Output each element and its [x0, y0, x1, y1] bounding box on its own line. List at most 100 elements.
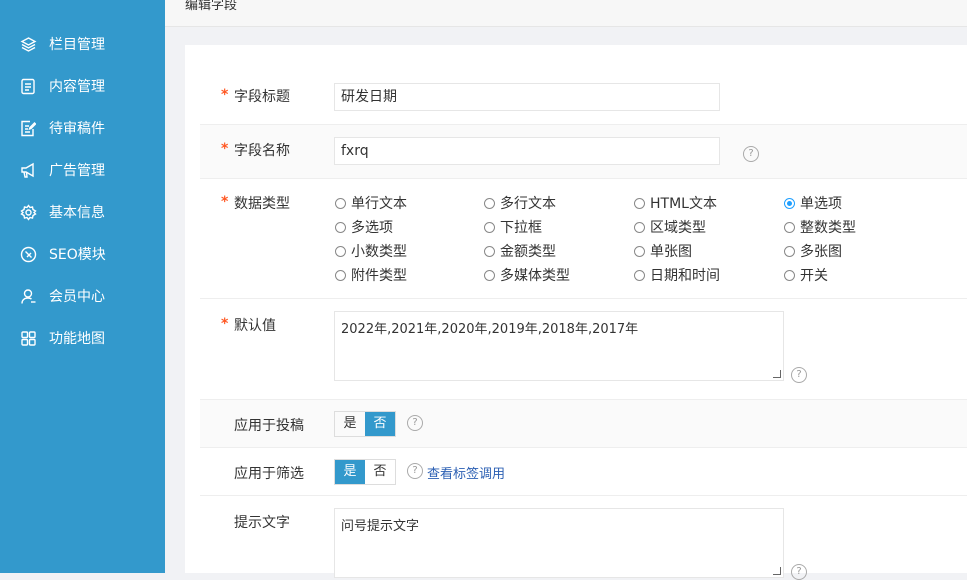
radio-circle [634, 269, 645, 281]
help-icon[interactable]: ? [407, 415, 423, 431]
radio-circle [335, 221, 346, 233]
radio-label: 下拉框 [500, 220, 542, 236]
radio-circle [484, 197, 495, 209]
sidebar-item-content-management[interactable]: 内容管理 [0, 65, 165, 107]
sidebar-item-seo[interactable]: SEO模块 [0, 233, 165, 275]
grid-icon [19, 329, 37, 347]
radio-integer-type[interactable]: 整数类型 [784, 217, 856, 237]
radio-html-text[interactable]: HTML文本 [634, 193, 717, 213]
page-header: 编辑字段 [165, 0, 967, 27]
radio-label: 单选项 [800, 196, 842, 212]
radio-multi-choice[interactable]: 多选项 [335, 217, 393, 237]
layers-icon [19, 35, 37, 53]
radio-label: 日期和时间 [650, 268, 720, 284]
help-icon[interactable]: ? [407, 463, 423, 479]
radio-multi-image[interactable]: 多张图 [784, 241, 842, 261]
radio-circle [784, 197, 795, 209]
radio-label: 多选项 [351, 220, 393, 236]
radio-label: 多张图 [800, 244, 842, 260]
sidebar-item-label: 广告管理 [49, 163, 105, 179]
radio-circle [784, 269, 795, 281]
edit-document-icon [19, 119, 37, 137]
sidebar-item-member-center[interactable]: 会员中心 [0, 275, 165, 317]
sidebar-item-ad-management[interactable]: 广告管理 [0, 149, 165, 191]
form-row-apply-submission: 应用于投稿 是 否 ? [200, 400, 967, 448]
default-value-textarea[interactable]: 2022年,2021年,2020年,2019年,2018年,2017年 [334, 311, 784, 381]
help-icon[interactable]: ? [791, 367, 807, 383]
sidebar-item-label: 会员中心 [49, 289, 105, 305]
radio-single-image[interactable]: 单张图 [634, 241, 692, 261]
default-value-label: 默认值 [234, 318, 276, 334]
view-tag-usage-link[interactable]: 查看标签调用 [427, 463, 505, 482]
field-title-label: 字段标题 [234, 89, 290, 105]
toggle-no[interactable]: 否 [365, 460, 395, 484]
required-mark: * [221, 87, 229, 103]
radio-label: 多行文本 [500, 196, 556, 212]
radio-circle [335, 269, 346, 281]
resize-handle[interactable] [773, 370, 781, 378]
radio-attachment-type[interactable]: 附件类型 [335, 265, 407, 285]
radio-circle [335, 197, 346, 209]
sidebar-item-function-map[interactable]: 功能地图 [0, 317, 165, 359]
form-row-apply-filter: 应用于筛选 是 否 ? 查看标签调用 [200, 448, 967, 496]
field-name-input[interactable]: fxrq [334, 137, 720, 165]
resize-handle[interactable] [773, 567, 781, 575]
apply-filter-label: 应用于筛选 [234, 466, 304, 482]
sidebar-item-basic-info[interactable]: 基本信息 [0, 191, 165, 233]
radio-decimal-type[interactable]: 小数类型 [335, 241, 407, 261]
sidebar: 栏目管理 内容管理 待审稿件 广告管理 基本信息 SEO模块 会员中心 功能地图 [0, 0, 165, 573]
seo-icon [19, 245, 37, 263]
required-mark: * [221, 194, 229, 210]
radio-datetime[interactable]: 日期和时间 [634, 265, 720, 285]
help-icon[interactable]: ? [743, 146, 759, 162]
radio-single-choice[interactable]: 单选项 [784, 193, 842, 213]
form-row-field-name: * 字段名称 fxrq ? [200, 125, 967, 179]
apply-filter-toggle[interactable]: 是 否 [334, 459, 396, 485]
default-value-text: 2022年,2021年,2020年,2019年,2018年,2017年 [341, 322, 639, 337]
radio-label: 整数类型 [800, 220, 856, 236]
sidebar-item-label: 栏目管理 [49, 37, 105, 53]
radio-circle [634, 245, 645, 257]
form-row-data-type: * 数据类型 单行文本 多行文本 HTML文本 单选项 多选项 下拉框 区域类型… [200, 179, 967, 299]
radio-circle [634, 197, 645, 209]
apply-submission-toggle[interactable]: 是 否 [334, 411, 396, 437]
document-icon [19, 77, 37, 95]
data-type-label: 数据类型 [234, 196, 290, 212]
radio-circle [335, 245, 346, 257]
radio-circle [784, 245, 795, 257]
radio-circle [634, 221, 645, 233]
radio-single-line-text[interactable]: 单行文本 [335, 193, 407, 213]
sidebar-item-label: SEO模块 [49, 247, 106, 263]
required-mark: * [221, 316, 229, 332]
radio-label: HTML文本 [650, 196, 717, 212]
radio-label: 单张图 [650, 244, 692, 260]
radio-label: 开关 [800, 268, 828, 284]
radio-multimedia-type[interactable]: 多媒体类型 [484, 265, 570, 285]
field-title-input[interactable]: 研发日期 [334, 83, 720, 111]
radio-amount-type[interactable]: 金额类型 [484, 241, 556, 261]
help-icon[interactable]: ? [791, 564, 807, 580]
megaphone-icon [19, 161, 37, 179]
required-mark: * [221, 141, 229, 157]
hint-text-textarea[interactable]: 问号提示文字 [334, 508, 784, 578]
toggle-no[interactable]: 否 [365, 412, 395, 436]
radio-label: 单行文本 [351, 196, 407, 212]
radio-multi-line-text[interactable]: 多行文本 [484, 193, 556, 213]
field-name-label: 字段名称 [234, 143, 290, 159]
form-row-default-value: * 默认值 2022年,2021年,2020年,2019年,2018年,2017… [200, 299, 967, 400]
sidebar-item-column-management[interactable]: 栏目管理 [0, 23, 165, 65]
radio-label: 金额类型 [500, 244, 556, 260]
sidebar-item-pending-review[interactable]: 待审稿件 [0, 107, 165, 149]
radio-dropdown[interactable]: 下拉框 [484, 217, 542, 237]
radio-circle [484, 221, 495, 233]
gear-icon [19, 203, 37, 221]
radio-region-type[interactable]: 区域类型 [634, 217, 706, 237]
toggle-yes[interactable]: 是 [335, 412, 365, 436]
toggle-yes[interactable]: 是 [335, 460, 365, 484]
hint-text-value: 问号提示文字 [341, 519, 420, 534]
radio-circle [784, 221, 795, 233]
radio-label: 区域类型 [650, 220, 706, 236]
radio-label: 小数类型 [351, 244, 407, 260]
radio-switch[interactable]: 开关 [784, 265, 828, 285]
radio-label: 附件类型 [351, 268, 407, 284]
